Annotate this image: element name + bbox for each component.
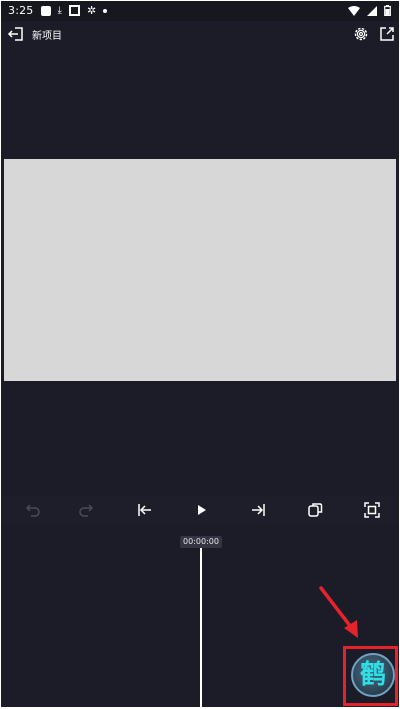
fullscreen-icon[interactable] [362, 500, 382, 520]
wifi-icon [348, 5, 360, 16]
dot-icon [103, 8, 108, 13]
status-left: 3:25 ⤓ ✲ [8, 4, 108, 17]
keyframe-icon[interactable] [305, 500, 325, 520]
redo-icon[interactable] [77, 500, 97, 520]
title-bar: 新项目 [1, 21, 399, 47]
playhead[interactable] [200, 548, 202, 707]
status-bar: 3:25 ⤓ ✲ [1, 1, 399, 21]
annotation-arrow [319, 586, 358, 638]
playback-controls [1, 495, 399, 525]
undo-icon[interactable] [22, 500, 42, 520]
stop-square-icon [68, 5, 80, 16]
preview-area [1, 47, 399, 491]
notification-square-icon [40, 5, 51, 16]
signal-icon [367, 5, 377, 16]
skip-to-start-icon[interactable] [135, 500, 155, 520]
share-icon[interactable] [378, 25, 396, 43]
bug-icon: ✲ [86, 4, 97, 17]
exit-icon[interactable] [7, 25, 25, 43]
skip-to-end-icon[interactable] [248, 500, 268, 520]
watermark-logo: 鹤 [351, 653, 395, 697]
download-icon: ⤓ [57, 4, 62, 16]
play-icon[interactable] [191, 500, 211, 520]
project-title: 新项目 [32, 31, 62, 42]
gear-icon[interactable] [352, 25, 370, 43]
app-frame: 3:25 ⤓ ✲ 新项目 00:00:00 鹤 [1, 1, 399, 707]
preview-canvas[interactable] [4, 159, 396, 381]
status-time: 3:25 [8, 4, 34, 17]
battery-icon [384, 5, 391, 16]
timecode-label: 00:00:00 [180, 536, 222, 548]
status-right [348, 5, 391, 16]
